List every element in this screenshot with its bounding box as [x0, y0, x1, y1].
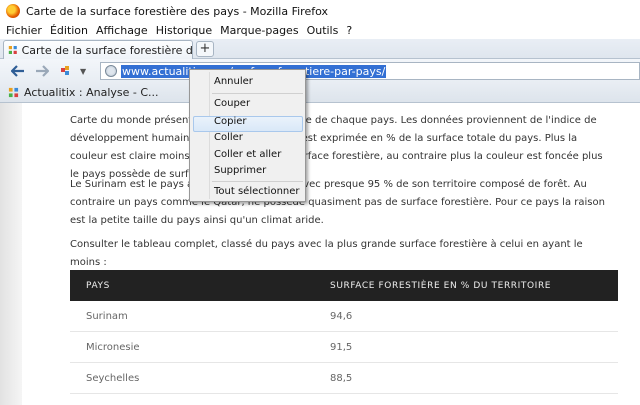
cell-value: 88,5	[330, 372, 353, 384]
table-row: Surinam 94,6	[70, 301, 618, 332]
window-title: Carte de la surface forestière des pays …	[26, 4, 328, 18]
bookmark-favicon-icon	[8, 87, 19, 98]
firefox-logo-icon	[6, 4, 20, 18]
page-content: Carte du monde présentant la surface for…	[0, 103, 640, 405]
history-button[interactable]	[56, 61, 76, 81]
page-left-margin	[0, 103, 22, 405]
ctx-supprimer[interactable]: Supprimer	[214, 165, 266, 176]
bookmark-item[interactable]: Actualitix : Analyse - C...	[24, 86, 159, 99]
title-bar: Carte de la surface forestière des pays …	[0, 0, 640, 22]
history-dropdown-icon[interactable]: ▼	[80, 67, 86, 76]
context-menu: Annuler Couper Copier Coller Coller et a…	[189, 69, 306, 202]
new-tab-button[interactable]: +	[196, 41, 214, 57]
menu-fichier[interactable]: Fichier	[6, 24, 42, 37]
menu-historique[interactable]: Historique	[156, 24, 212, 37]
menu-affichage[interactable]: Affichage	[96, 24, 148, 37]
ctx-separator	[212, 181, 303, 182]
menu-bar: Fichier Édition Affichage Historique Mar…	[0, 22, 640, 39]
cell-country: Micronesie	[86, 341, 140, 353]
header-surface[interactable]: SURFACE FORESTIÈRE EN % DU TERRITOIRE	[330, 281, 551, 291]
menu-help[interactable]: ?	[346, 24, 352, 37]
ctx-coller[interactable]: Coller	[214, 132, 243, 143]
cell-country: Seychelles	[86, 372, 140, 384]
ctx-separator	[212, 93, 303, 94]
context-menu-gutter	[209, 72, 210, 199]
colored-history-icon	[61, 66, 69, 75]
intro-paragraph: Carte du monde présentant la surface for…	[70, 115, 603, 180]
menu-marque-pages[interactable]: Marque-pages	[220, 24, 298, 37]
forward-arrow-icon	[36, 65, 49, 77]
cell-country: Surinam	[86, 310, 128, 322]
ctx-tout-selectionner[interactable]: Tout sélectionner	[214, 186, 300, 197]
navigation-bar: ▼ www.actualitix.com/surface-forestiere-…	[0, 59, 640, 83]
context-menu-highlight	[193, 116, 303, 132]
globe-icon	[105, 65, 117, 77]
table-header: PAYS SURFACE FORESTIÈRE EN % DU TERRITOI…	[70, 270, 618, 301]
forward-button[interactable]	[32, 61, 52, 81]
site-favicon-icon	[8, 46, 17, 54]
bookmarks-toolbar: Actualitix : Analyse - C...	[0, 83, 640, 103]
forest-table: PAYS SURFACE FORESTIÈRE EN % DU TERRITOI…	[70, 270, 618, 394]
ctx-couper[interactable]: Couper	[214, 98, 250, 109]
tab-title: Carte de la surface forestière des pays	[21, 43, 192, 57]
back-arrow-icon	[11, 65, 24, 77]
ctx-annuler[interactable]: Annuler	[214, 76, 253, 87]
ctx-coller-et-aller[interactable]: Coller et aller	[214, 149, 281, 160]
ctx-copier[interactable]: Copier	[214, 116, 247, 127]
table-row: Seychelles 88,5	[70, 363, 618, 394]
table-row: Micronesie 91,5	[70, 332, 618, 363]
url-bar[interactable]: www.actualitix.com/surface-forestiere-pa…	[100, 62, 640, 80]
table-intro-paragraph: Consulter le tableau complet, classé du …	[70, 239, 583, 268]
menu-outils[interactable]: Outils	[307, 24, 339, 37]
back-button[interactable]	[8, 61, 28, 81]
cell-value: 94,6	[330, 310, 353, 322]
cell-value: 91,5	[330, 341, 353, 353]
tab-bar: Carte de la surface forestière des pays …	[0, 39, 640, 59]
surinam-paragraph: Le Surinam est le pays ayant le plus de …	[70, 179, 605, 226]
tab-current[interactable]: Carte de la surface forestière des pays	[3, 40, 193, 59]
menu-edition[interactable]: Édition	[50, 24, 88, 37]
header-pays[interactable]: PAYS	[70, 281, 330, 291]
